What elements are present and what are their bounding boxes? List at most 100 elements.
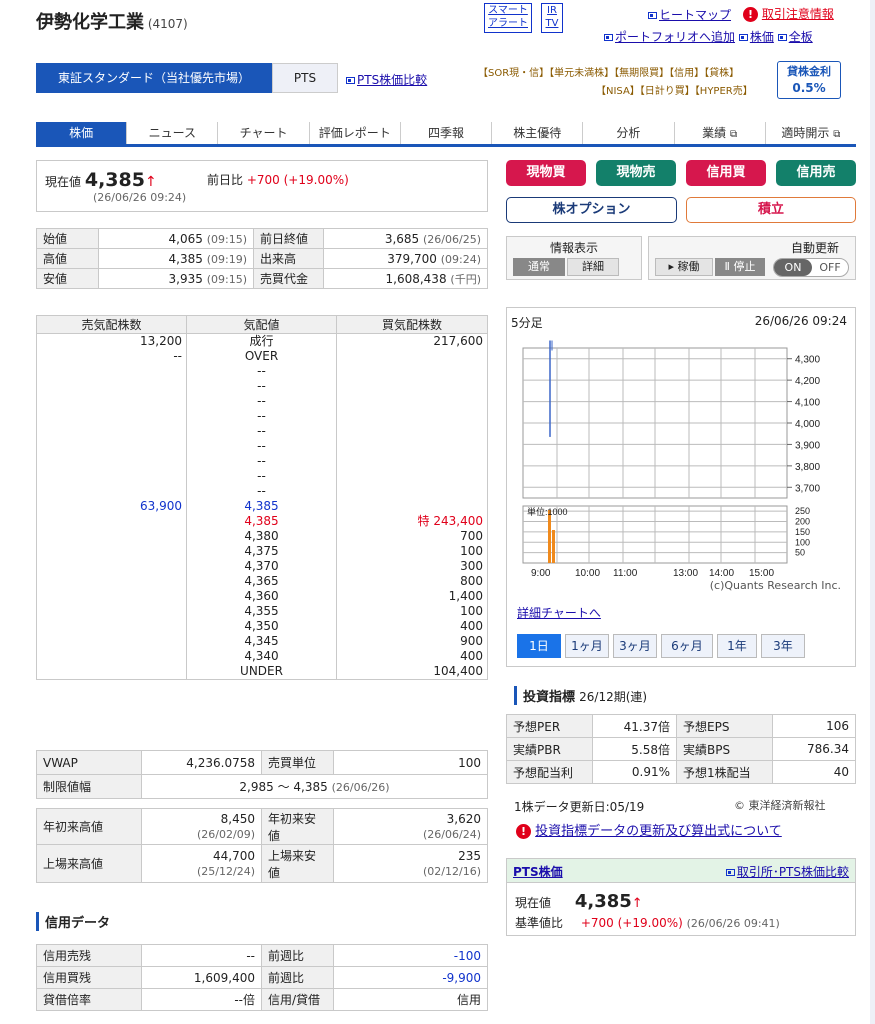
price-box: 現在値 4,385↑ 前日比 +700 (+19.00%) (26/06/26 … <box>36 160 488 212</box>
window-icon <box>604 34 613 41</box>
ob-header-sell: 売気配株数 <box>36 315 187 334</box>
ob-sell-qty <box>36 379 187 394</box>
tab-news[interactable]: ニュース <box>127 122 219 144</box>
pts-compare-link[interactable]: PTS株価比較 <box>346 71 427 88</box>
current-price-row: 現在値 4,385↑ <box>45 169 157 191</box>
pts-compare-link2[interactable]: 取引所･PTS株価比較 <box>725 863 849 880</box>
portfolio-link[interactable]: ポートフォリオへ追加 <box>604 30 735 44</box>
tab-kabuka[interactable]: 株価 <box>36 122 128 144</box>
toggle-off[interactable]: OFF <box>812 259 848 276</box>
display-panel: 情報表示 通常 詳細 <box>506 236 642 280</box>
kabuka-label: 株価 <box>749 30 774 44</box>
ob-sell-qty <box>36 589 187 604</box>
quote-label: 出来高 <box>253 248 324 269</box>
tab-yutai[interactable]: 株主優待 <box>492 122 584 144</box>
indicator-value: 40 <box>772 760 856 784</box>
highs-table: 年初来高値 8,450 (26/02/09) 年初来安値 3,620 (26/06/… <box>36 808 488 883</box>
margin-sell-button[interactable]: 信用売 <box>776 160 856 186</box>
detail-chart-label: 詳細チャートへ <box>517 606 601 620</box>
indicator-label: 予想PER <box>506 714 593 738</box>
tab-chart[interactable]: チャート <box>218 122 310 144</box>
ob-price: 4,385 <box>186 499 337 514</box>
pts-base-label: 基準値比 <box>515 916 564 930</box>
price-tick-label: 3,700 <box>795 483 820 494</box>
buy-button[interactable]: 現物買 <box>506 160 586 186</box>
change-value: +700 (+19.00%) <box>246 173 349 187</box>
ob-price: -- <box>186 364 337 379</box>
period-button[interactable]: 6ヶ月 <box>661 634 713 658</box>
high-value: 44,700 (25/12/24) <box>141 844 262 883</box>
sell-button[interactable]: 現物売 <box>596 160 676 186</box>
tab-bunseki[interactable]: 分析 <box>583 122 675 144</box>
heatmap-link[interactable]: ヒートマップ <box>648 6 731 23</box>
credit-value: -- <box>141 944 262 967</box>
display-normal-button[interactable]: 通常 <box>513 258 565 276</box>
volume-tick-label: 250 <box>795 506 810 516</box>
ob-buy-qty <box>337 454 488 469</box>
kabuka-link[interactable]: 株価 <box>738 30 774 44</box>
price-tick-label: 3,900 <box>795 440 820 451</box>
scrollbar[interactable] <box>870 0 875 1024</box>
credit-value: -9,900 <box>333 966 488 989</box>
indicators-title: 投資指標 26/12期(連) <box>514 686 647 705</box>
run-button[interactable]: ▸ 稼働 <box>655 258 713 276</box>
ob-row: 4,345 900 <box>36 634 488 649</box>
ob-buy-qty: 104,400 <box>433 664 483 678</box>
smart-alert-button[interactable]: スマート アラート <box>484 3 532 33</box>
pts-title[interactable]: PTS株価 <box>513 863 563 880</box>
ob-sell-qty <box>36 619 187 634</box>
tab-report[interactable]: 評価レポート <box>310 122 401 144</box>
indicator-value: 5.58倍 <box>592 737 677 761</box>
lending-rate-badge: 貸株金利 0.5% <box>777 61 841 99</box>
market-tab-pts[interactable]: PTS <box>272 63 338 93</box>
heatmap-label: ヒートマップ <box>659 8 732 22</box>
stop-button[interactable]: Ⅱ 停止 <box>715 258 765 276</box>
stock-code: (4107) <box>147 17 188 31</box>
period-button[interactable]: 1年 <box>717 634 757 658</box>
credit-value: 1,609,400 <box>141 966 262 989</box>
pts-price-row: 現在値 4,385↑ <box>515 891 643 912</box>
period-button[interactable]: 1日 <box>517 634 561 658</box>
display-detail-button[interactable]: 詳細 <box>567 258 619 276</box>
main-tabs: 株価 ニュース チャート 評価レポート 四季報 株主優待 分析 業績 ⧉ 適時開… <box>36 122 856 147</box>
tab-gyoseki[interactable]: 業績 ⧉ <box>675 122 766 144</box>
high-label: 年初来高値 <box>36 808 142 845</box>
ob-buy-qty <box>337 349 488 364</box>
zenpan-link[interactable]: 全板 <box>777 30 813 44</box>
ob-row: 4,380 700 <box>36 529 488 544</box>
credit-title: 信用データ <box>36 912 110 931</box>
ob-row: 4,350 400 <box>36 619 488 634</box>
portfolio-label: ポートフォリオへ追加 <box>615 30 736 44</box>
ob-sell-qty <box>36 634 187 649</box>
ir-tv-button[interactable]: IR TV <box>541 3 563 33</box>
order-book: 売気配株数 気配値 買気配株数 13,200 成行 217,600 -- OVER -- -… <box>36 315 488 680</box>
pts-header: PTS株価 取引所･PTS株価比較 <box>507 859 855 883</box>
ob-price: 4,385 <box>186 514 337 529</box>
detail-chart-link[interactable]: 詳細チャートへ <box>517 604 601 621</box>
pts-price-value: 4,385 <box>574 891 632 912</box>
low-value: 3,620 (26/06/24) <box>333 808 488 845</box>
option-button[interactable]: 株オプション <box>506 197 677 223</box>
auto-update-toggle[interactable]: ON OFF <box>773 258 849 277</box>
ob-price: 4,350 <box>186 619 337 634</box>
ob-price: -- <box>186 469 337 484</box>
tab-tekiji[interactable]: 適時開示 ⧉ <box>766 122 856 144</box>
margin-buy-button[interactable]: 信用買 <box>686 160 766 186</box>
tsumitate-button[interactable]: 積立 <box>686 197 856 223</box>
indicators-note-link[interactable]: ! 投資指標データの更新及び算出式について <box>516 820 782 839</box>
period-button[interactable]: 3ヶ月 <box>613 634 657 658</box>
toggle-on[interactable]: ON <box>774 259 812 276</box>
pts-box: PTS株価 取引所･PTS株価比較 現在値 4,385↑ 基準値比 +700 (… <box>506 858 856 936</box>
indicator-value: 0.91% <box>592 760 677 784</box>
caution-link[interactable]: ! 取引注意情報 <box>743 5 834 22</box>
market-tab-tse[interactable]: 東証スタンダード（当社優先市場） <box>36 63 272 93</box>
auto-update-label: 自動更新 <box>790 241 839 255</box>
ob-price: -- <box>186 424 337 439</box>
period-button[interactable]: 3年 <box>761 634 805 658</box>
tab-shikiho[interactable]: 四季報 <box>401 122 493 144</box>
vwap-label: VWAP <box>36 750 142 775</box>
period-button[interactable]: 1ヶ月 <box>565 634 609 658</box>
ob-buy-qty: 217,600 <box>433 334 483 348</box>
pts-datetime: (26/06/26 09:41) <box>686 917 780 930</box>
ob-buy-qty: 100 <box>460 604 483 618</box>
